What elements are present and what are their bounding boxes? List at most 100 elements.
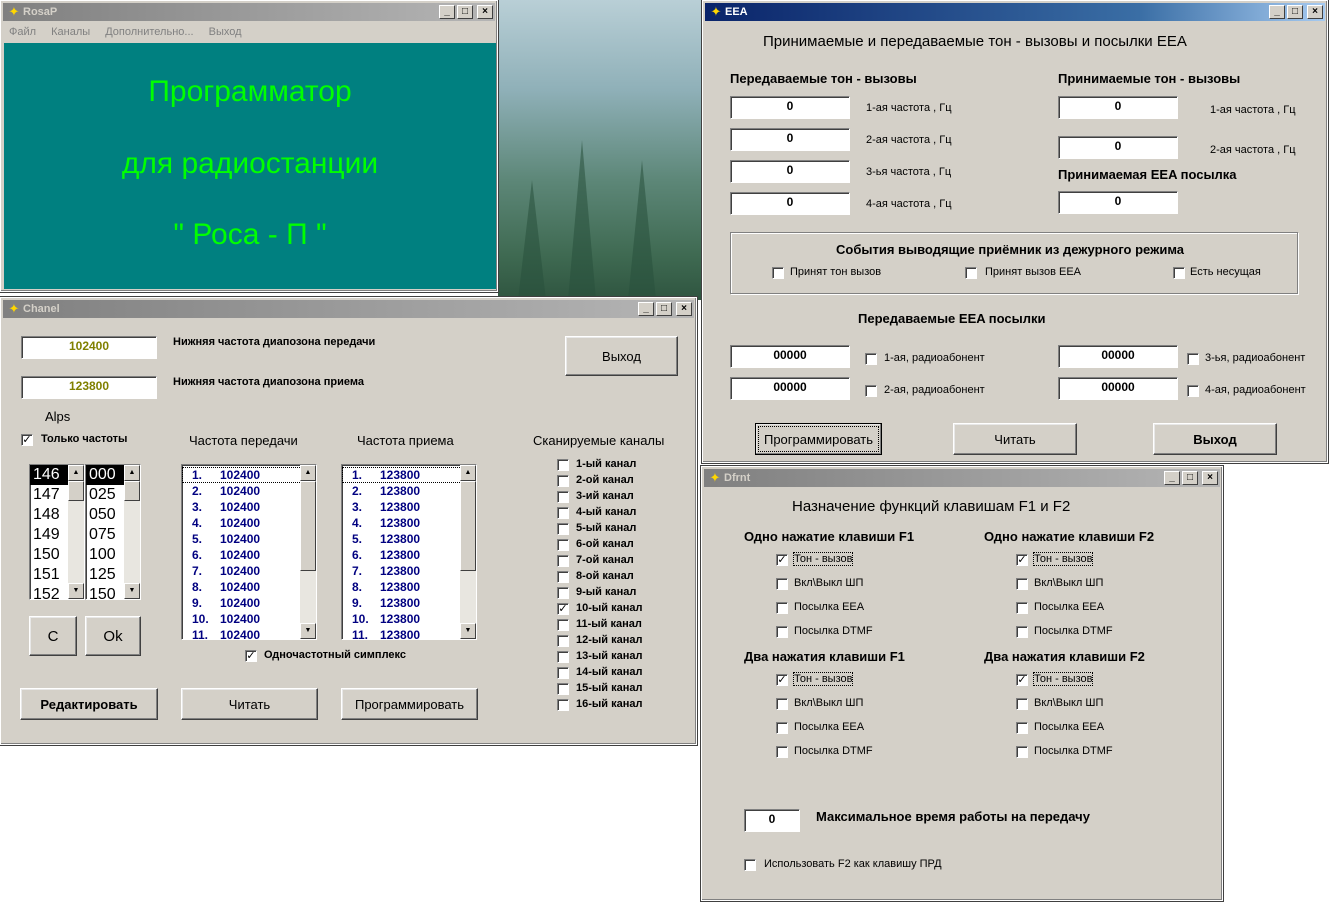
function-option-checkbox[interactable] <box>1016 722 1028 734</box>
list-item[interactable]: 11. 102400 <box>182 627 316 639</box>
mhz-listbox[interactable]: 146 147 148 149 150 151 152 ▲ ▼ <box>29 464 85 600</box>
function-option-checkbox[interactable]: ✓ <box>1016 554 1028 566</box>
max-tx-time-input[interactable]: 0 <box>744 809 800 832</box>
tx-eea-input[interactable]: 00000 <box>1058 377 1178 400</box>
function-option-checkbox[interactable] <box>776 578 788 590</box>
rx-eea-input[interactable]: 0 <box>1058 191 1178 214</box>
minimize-button[interactable]: _ <box>1269 5 1285 19</box>
list-item[interactable]: 10. 123800 <box>342 611 476 627</box>
minimize-button[interactable]: _ <box>638 302 654 316</box>
tx-eea-checkbox[interactable] <box>1187 353 1199 365</box>
mhz-scrollbar[interactable]: ▲ ▼ <box>68 465 84 599</box>
function-option-checkbox[interactable] <box>776 698 788 710</box>
scroll-down-arrow-icon[interactable]: ▼ <box>68 583 84 599</box>
scroll-up-arrow-icon[interactable]: ▲ <box>300 465 316 481</box>
chanel-exit-button[interactable]: Выход <box>565 336 678 376</box>
function-option-checkbox[interactable] <box>1016 746 1028 758</box>
scroll-up-arrow-icon[interactable]: ▲ <box>68 465 84 481</box>
list-item[interactable]: 3. 123800 <box>342 499 476 515</box>
list-item[interactable]: 10. 102400 <box>182 611 316 627</box>
scan-channel-checkbox[interactable] <box>557 491 569 503</box>
maximize-button[interactable]: □ <box>656 302 672 316</box>
tx-tone-input[interactable]: 0 <box>730 96 850 119</box>
c-button[interactable]: C <box>29 616 77 656</box>
menu-exit[interactable]: Выход <box>209 26 242 38</box>
rx-list-scrollbar[interactable]: ▲ ▼ <box>460 465 476 639</box>
rosap-titlebar[interactable]: ✦ RosaP _ □ × <box>3 3 495 21</box>
close-button[interactable]: × <box>1202 471 1218 485</box>
maximize-button[interactable]: □ <box>1182 471 1198 485</box>
event-carrier-checkbox[interactable] <box>1173 267 1185 279</box>
list-item[interactable]: 6. 123800 <box>342 547 476 563</box>
list-item[interactable]: 5. 123800 <box>342 531 476 547</box>
f2-ptt-checkbox[interactable] <box>744 859 756 871</box>
scan-channel-checkbox[interactable] <box>557 555 569 567</box>
list-item[interactable]: 4. 123800 <box>342 515 476 531</box>
scan-channel-checkbox[interactable] <box>557 651 569 663</box>
scan-channel-checkbox[interactable] <box>557 699 569 711</box>
khz-scrollbar[interactable]: ▲ ▼ <box>124 465 140 599</box>
scan-channel-checkbox[interactable] <box>557 571 569 583</box>
function-option-checkbox[interactable]: ✓ <box>776 674 788 686</box>
function-option-checkbox[interactable] <box>776 602 788 614</box>
list-item[interactable]: 3. 102400 <box>182 499 316 515</box>
tx-freq-listbox[interactable]: 1. 102400 2. 102400 3. 102400 4. 102400 5. 102400… <box>181 464 317 640</box>
list-item[interactable]: 2. 102400 <box>182 483 316 499</box>
scan-channel-checkbox[interactable]: ✓ <box>557 603 569 615</box>
simplex-checkbox[interactable]: ✓ <box>245 650 257 662</box>
tx-eea-input[interactable]: 00000 <box>730 377 850 400</box>
eea-titlebar[interactable]: ✦ EEA _ □ × <box>705 3 1325 21</box>
rx-tone-input[interactable]: 0 <box>1058 136 1178 159</box>
function-option-checkbox[interactable] <box>776 722 788 734</box>
scan-channel-checkbox[interactable] <box>557 507 569 519</box>
scroll-up-arrow-icon[interactable]: ▲ <box>460 465 476 481</box>
menu-file[interactable]: Файл <box>9 26 36 38</box>
list-item[interactable]: 6. 102400 <box>182 547 316 563</box>
scan-channel-checkbox[interactable] <box>557 635 569 647</box>
edit-button[interactable]: Редактировать <box>20 688 158 720</box>
chanel-program-button[interactable]: Программировать <box>341 688 478 720</box>
chanel-titlebar[interactable]: ✦ Chanel _ □ × <box>3 300 694 318</box>
tx-eea-checkbox[interactable] <box>865 353 877 365</box>
scroll-down-arrow-icon[interactable]: ▼ <box>300 623 316 639</box>
rx-freq-listbox[interactable]: 1. 123800 2. 123800 3. 123800 4. 123800 5. 123800… <box>341 464 477 640</box>
tx-eea-checkbox[interactable] <box>865 385 877 397</box>
tx-tone-input[interactable]: 0 <box>730 160 850 183</box>
scroll-down-arrow-icon[interactable]: ▼ <box>460 623 476 639</box>
eea-program-button[interactable]: Программировать <box>755 423 882 455</box>
list-item[interactable]: 5. 102400 <box>182 531 316 547</box>
function-option-checkbox[interactable] <box>1016 626 1028 638</box>
list-item[interactable]: 11. 123800 <box>342 627 476 639</box>
menu-channels[interactable]: Каналы <box>51 26 90 38</box>
list-item[interactable]: 9. 102400 <box>182 595 316 611</box>
scan-channel-checkbox[interactable] <box>557 619 569 631</box>
scan-channel-checkbox[interactable] <box>557 587 569 599</box>
menu-extra[interactable]: Дополнительно... <box>105 26 193 38</box>
function-option-checkbox[interactable] <box>1016 698 1028 710</box>
list-item[interactable]: 9. 123800 <box>342 595 476 611</box>
maximize-button[interactable]: □ <box>1287 5 1303 19</box>
maximize-button[interactable]: □ <box>457 5 473 19</box>
tx-tone-input[interactable]: 0 <box>730 128 850 151</box>
function-option-checkbox[interactable] <box>776 626 788 638</box>
list-item[interactable]: 7. 123800 <box>342 563 476 579</box>
khz-listbox[interactable]: 000 025 050 075 100 125 150 ▲ ▼ <box>85 464 141 600</box>
function-option-checkbox[interactable] <box>776 746 788 758</box>
eea-read-button[interactable]: Читать <box>953 423 1077 455</box>
scroll-down-arrow-icon[interactable]: ▼ <box>124 583 140 599</box>
ok-button[interactable]: Ok <box>85 616 141 656</box>
scan-channel-checkbox[interactable] <box>557 459 569 471</box>
eea-exit-button[interactable]: Выход <box>1153 423 1277 455</box>
close-button[interactable]: × <box>1307 5 1323 19</box>
list-item[interactable]: 8. 102400 <box>182 579 316 595</box>
list-item[interactable]: 1. 102400 <box>182 467 316 483</box>
tx-tone-input[interactable]: 0 <box>730 192 850 215</box>
dfrnt-titlebar[interactable]: ✦ Dfrnt _ □ × <box>704 469 1220 487</box>
minimize-button[interactable]: _ <box>1164 471 1180 485</box>
list-item[interactable]: 4. 102400 <box>182 515 316 531</box>
list-item[interactable]: 1. 123800 <box>342 467 476 483</box>
chanel-read-button[interactable]: Читать <box>181 688 318 720</box>
event-tone-checkbox[interactable] <box>772 267 784 279</box>
scan-channel-checkbox[interactable] <box>557 539 569 551</box>
scan-channel-checkbox[interactable] <box>557 475 569 487</box>
